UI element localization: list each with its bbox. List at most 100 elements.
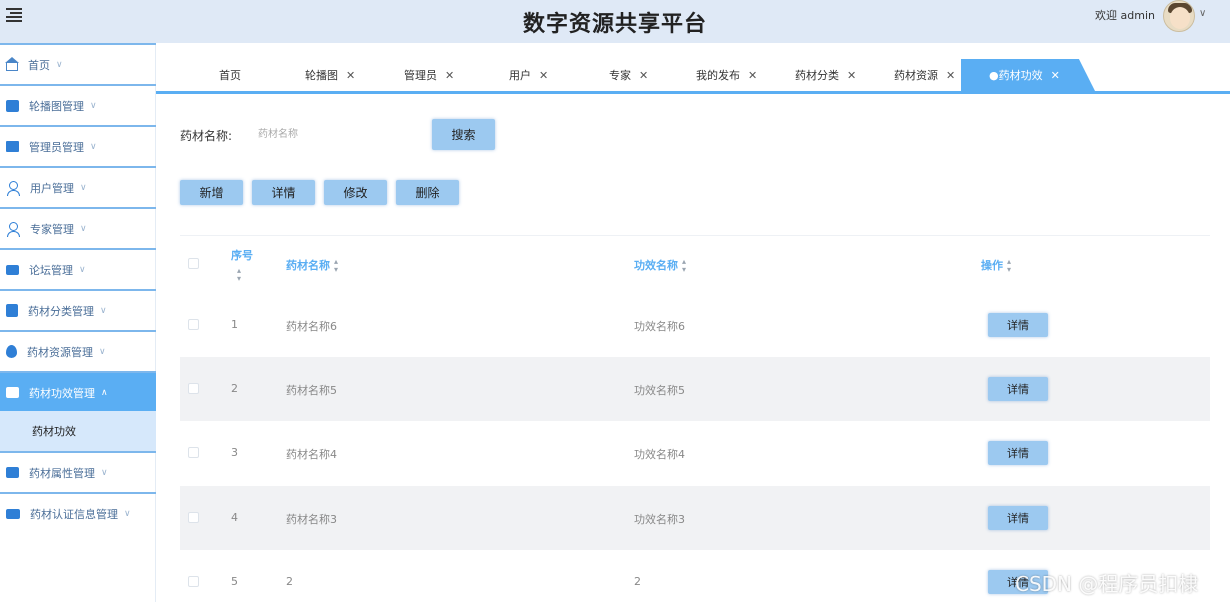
edit-button[interactable]: 修改 [324, 180, 387, 205]
row-checkbox[interactable] [188, 576, 199, 587]
user-icon [6, 221, 20, 237]
row-detail-button[interactable]: 详情 [988, 313, 1048, 337]
cell-herb-name: 药材名称4 [286, 448, 337, 461]
detail-button[interactable]: 详情 [252, 180, 315, 205]
sidebar-item-label: 论坛管理 [29, 263, 73, 277]
row-checkbox[interactable] [188, 383, 199, 394]
tab-label: ●药材功效 [989, 69, 1043, 82]
sidebar-item-label: 药材资源管理 [27, 345, 93, 359]
tab-herb-resource[interactable]: 药材资源 ✕ [894, 59, 955, 91]
close-icon[interactable]: ✕ [445, 69, 454, 82]
cell-herb-name: 药材名称6 [286, 320, 337, 333]
chevron-down-icon: ∨ [99, 346, 106, 357]
top-header: 数字资源共享平台 欢迎 admin ∨ [0, 0, 1230, 43]
sidebar-item-label: 药材分类管理 [28, 304, 94, 318]
row-detail-button[interactable]: 详情 [988, 377, 1048, 401]
close-icon[interactable]: ✕ [346, 69, 355, 82]
cell-index: 1 [231, 318, 238, 331]
row-detail-button[interactable]: 详情 [988, 506, 1048, 530]
cell-herb-name: 药材名称3 [286, 513, 337, 526]
sort-icon[interactable]: ▴ ▾ [334, 258, 338, 274]
close-icon[interactable]: ✕ [1051, 69, 1060, 82]
row-checkbox[interactable] [188, 512, 199, 523]
tab-label: 管理员 [404, 69, 437, 82]
table-row[interactable]: 2 药材名称5 功效名称5 详情 [180, 357, 1210, 421]
cell-effect-name: 2 [634, 575, 641, 588]
row-checkbox[interactable] [188, 319, 199, 330]
cell-index: 4 [231, 511, 238, 524]
cell-index: 5 [231, 575, 238, 588]
sidebar-item-herb-category[interactable]: 药材分类管理 ∨ [0, 289, 156, 330]
tab-label: 我的发布 [696, 69, 740, 82]
close-icon[interactable]: ✕ [946, 69, 955, 82]
sidebar-item-carousel[interactable]: 轮播图管理 ∨ [0, 84, 156, 125]
chevron-down-icon: ∨ [80, 182, 87, 193]
cell-effect-name: 功效名称6 [634, 320, 685, 333]
carousel-icon [6, 99, 19, 112]
tab-home[interactable]: 首页 [219, 59, 241, 91]
header-effect[interactable]: 功效名称 ▴ ▾ [634, 257, 686, 274]
cell-index: 2 [231, 382, 238, 395]
table-row[interactable]: 4 药材名称3 功效名称3 详情 [180, 486, 1210, 550]
chevron-down-icon: ∨ [56, 59, 63, 70]
tab-admins[interactable]: 管理员 ✕ [404, 59, 454, 91]
tab-carousel[interactable]: 轮播图 ✕ [305, 59, 355, 91]
tab-bar: 首页 轮播图 ✕ 管理员 ✕ 用户 ✕ 专家 ✕ 我的发布 ✕ 药材分类 ✕ 药材资源 ✕ ●… [160, 59, 1230, 91]
sidebar-item-herb-certification[interactable]: 药材认证信息管理 ∨ [0, 492, 156, 533]
cell-index: 3 [231, 446, 238, 459]
search-button[interactable]: 搜索 [432, 119, 495, 150]
sort-icon[interactable]: ▴ ▾ [1007, 258, 1011, 274]
herb-name-search-input[interactable] [252, 122, 412, 146]
table-row[interactable]: 1 药材名称6 功效名称6 详情 [180, 293, 1210, 357]
row-checkbox[interactable] [188, 447, 199, 458]
sidebar-item-herb-attribute[interactable]: 药材属性管理 ∨ [0, 451, 156, 492]
tab-label: 首页 [219, 69, 241, 82]
header-name[interactable]: 药材名称 ▴ ▾ [286, 257, 338, 274]
select-all-checkbox[interactable] [188, 258, 199, 269]
data-table: 序号 ▴ ▾ 药材名称 ▴ ▾ 功效名称 ▴ ▾ 操作 ▴ ▾ 1 药材名称6 功效名称6 详… [180, 235, 1210, 602]
add-button[interactable]: 新增 [180, 180, 243, 205]
sidebar-item-home[interactable]: 首页 ∨ [0, 43, 156, 84]
watermark: CSDN @程序员扣棣 [1015, 572, 1199, 596]
sidebar-item-forum[interactable]: 论坛管理 ∨ [0, 248, 156, 289]
close-icon[interactable]: ✕ [639, 69, 648, 82]
chevron-up-icon: ∧ [101, 387, 108, 398]
header-label: 功效名称 [634, 259, 678, 272]
sidebar-item-label: 用户管理 [30, 181, 74, 195]
sidebar-item-label: 首页 [28, 58, 50, 72]
sidebar-item-label: 专家管理 [30, 222, 74, 236]
sidebar-item-users[interactable]: 用户管理 ∨ [0, 166, 156, 207]
tab-users[interactable]: 用户 ✕ [509, 59, 548, 91]
tab-my-posts[interactable]: 我的发布 ✕ [696, 59, 757, 91]
sort-icon[interactable]: ▴ ▾ [237, 267, 253, 283]
sidebar-item-herb-effect[interactable]: 药材功效管理 ∧ [0, 371, 156, 412]
sidebar-item-herb-resource[interactable]: 药材资源管理 ∨ [0, 330, 156, 371]
header-label: 操作 [981, 259, 1003, 272]
delete-button[interactable]: 删除 [396, 180, 459, 205]
close-icon[interactable]: ✕ [748, 69, 757, 82]
table-row[interactable]: 3 药材名称4 功效名称4 详情 [180, 421, 1210, 485]
tab-herb-category[interactable]: 药材分类 ✕ [795, 59, 856, 91]
tab-herb-effect[interactable]: ●药材功效 ✕ [961, 59, 1095, 91]
header-index[interactable]: 序号 ▴ ▾ [231, 247, 253, 283]
avatar[interactable] [1163, 0, 1195, 32]
laptop-icon [6, 508, 20, 519]
sidebar-item-admins[interactable]: 管理员管理 ∨ [0, 125, 156, 166]
close-icon[interactable]: ✕ [847, 69, 856, 82]
chevron-down-icon[interactable]: ∨ [1199, 8, 1206, 19]
sort-icon[interactable]: ▴ ▾ [682, 258, 686, 274]
cell-herb-name: 2 [286, 575, 293, 588]
sidebar: 首页 ∨ 轮播图管理 ∨ 管理员管理 ∨ 用户管理 ∨ 专家管理 ∨ 论坛管理 … [0, 43, 156, 602]
page-title: 数字资源共享平台 [522, 12, 707, 37]
row-detail-button[interactable]: 详情 [988, 441, 1048, 465]
chevron-down-icon: ∨ [80, 223, 87, 234]
cell-effect-name: 功效名称5 [634, 384, 685, 397]
close-icon[interactable]: ✕ [539, 69, 548, 82]
search-label: 药材名称: [180, 129, 233, 143]
box-icon [6, 387, 19, 398]
sidebar-item-experts[interactable]: 专家管理 ∨ [0, 207, 156, 248]
tab-experts[interactable]: 专家 ✕ [609, 59, 648, 91]
sidebar-subitem-label: 药材功效 [32, 425, 76, 438]
sidebar-subitem-herb-effect[interactable]: 药材功效 [0, 411, 156, 451]
header-operation[interactable]: 操作 ▴ ▾ [981, 257, 1011, 274]
